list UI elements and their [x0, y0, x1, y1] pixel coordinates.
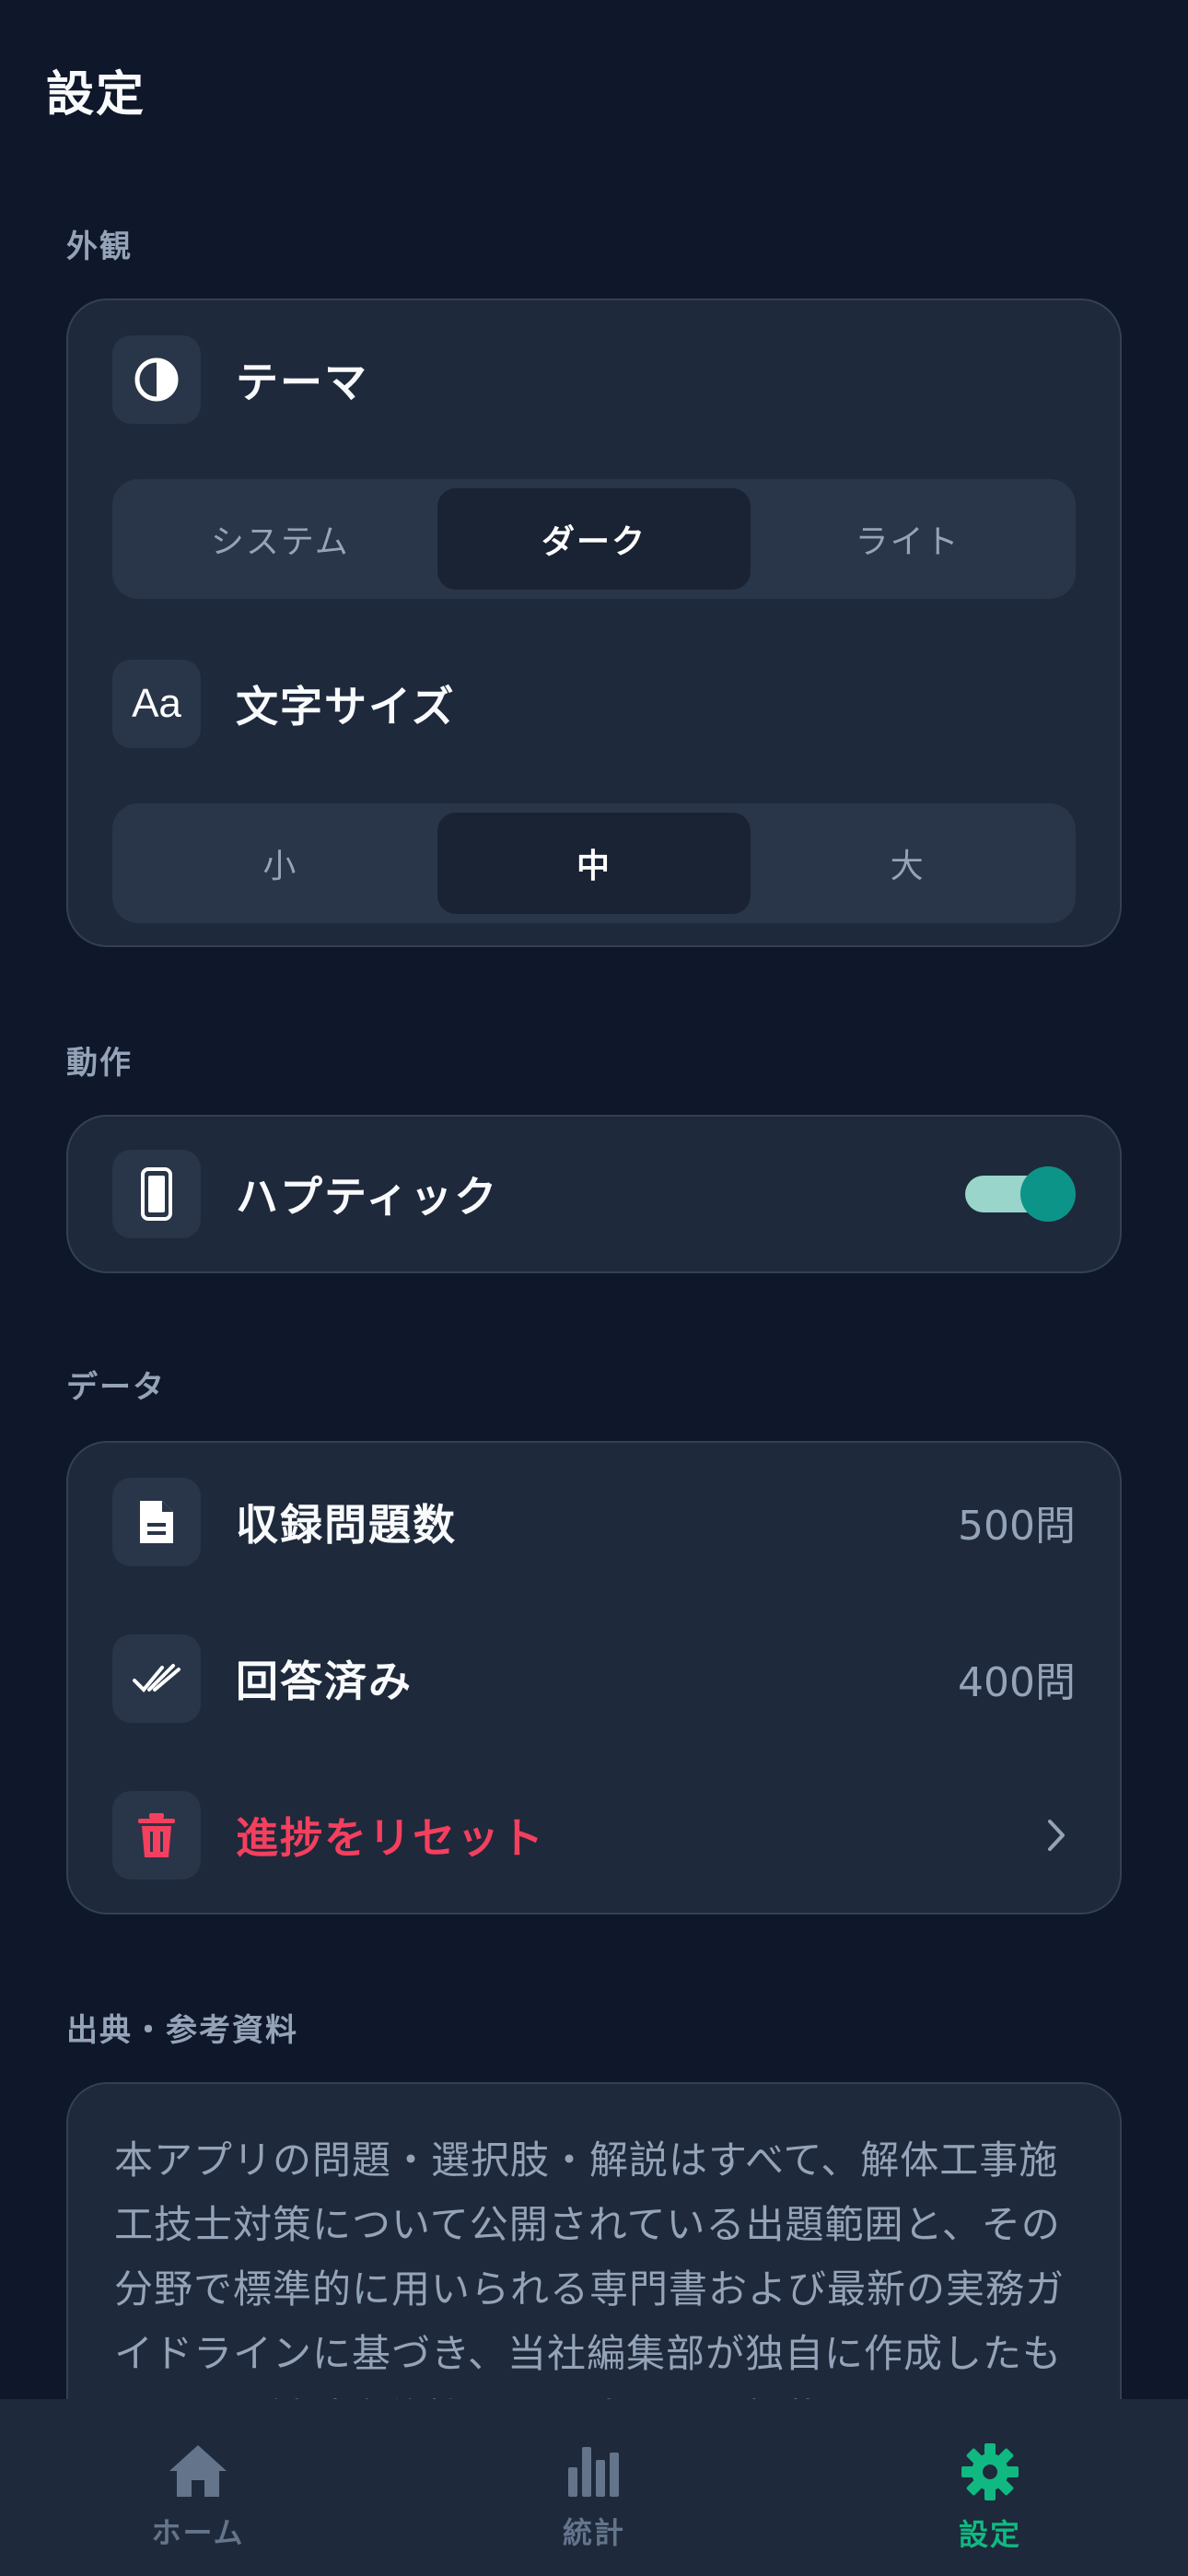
- answered-value: 400問: [958, 1659, 1076, 1706]
- answered-row: 回答済み 400問: [112, 1634, 1076, 1723]
- reset-progress-label: 進捗をリセット: [236, 1813, 545, 1863]
- tab-home-label: ホーム: [151, 2515, 245, 2550]
- contrast-icon: [112, 335, 201, 424]
- font-size-option-large[interactable]: 大: [751, 813, 1065, 914]
- font-size-option-small[interactable]: 小: [123, 813, 437, 914]
- theme-label: テーマ: [236, 357, 368, 407]
- double-check-icon: [112, 1634, 201, 1723]
- text-size-icon: Aa: [112, 660, 201, 748]
- behavior-card: ハプティック: [66, 1115, 1122, 1273]
- home-icon: [169, 2445, 227, 2497]
- appearance-card: テーマ システム ダーク ライト Aa 文字サイズ 小 中 大: [66, 299, 1122, 947]
- haptic-label: ハプティック: [236, 1172, 499, 1222]
- page-title: 設定: [46, 67, 146, 123]
- section-label-appearance: 外観: [66, 228, 133, 265]
- section-label-data: データ: [66, 1369, 166, 1406]
- question-count-label: 収録問題数: [236, 1500, 457, 1550]
- tab-stats[interactable]: 統計: [396, 2399, 792, 2576]
- font-size-row: Aa 文字サイズ: [112, 660, 1076, 748]
- theme-option-dark[interactable]: ダーク: [437, 488, 751, 590]
- tab-home[interactable]: ホーム: [0, 2399, 396, 2576]
- font-size-option-medium[interactable]: 中: [437, 813, 751, 914]
- tab-stats-label: 統計: [562, 2515, 625, 2550]
- tab-settings-label: 設定: [958, 2517, 1021, 2552]
- trash-icon: [112, 1791, 201, 1879]
- haptic-row: ハプティック: [112, 1150, 1076, 1238]
- document-icon: [112, 1478, 201, 1566]
- theme-segmented-control: システム ダーク ライト: [112, 479, 1076, 599]
- section-label-sources: 出典・参考資料: [66, 2012, 298, 2049]
- theme-option-light[interactable]: ライト: [751, 488, 1065, 590]
- chevron-right-icon: [1039, 1817, 1076, 1854]
- reset-progress-row[interactable]: 進捗をリセット: [112, 1791, 1076, 1879]
- section-label-behavior: 動作: [66, 1045, 133, 1082]
- tab-settings[interactable]: 設定: [792, 2399, 1188, 2576]
- font-size-label: 文字サイズ: [236, 682, 456, 732]
- theme-option-system[interactable]: システム: [123, 488, 437, 590]
- data-card: 収録問題数 500問 回答済み 400問 進捗をリセット: [66, 1441, 1122, 1914]
- tab-bar: ホーム 統計 設定: [0, 2399, 1188, 2576]
- settings-screen: 設定 外観 テーマ システム ダーク ライト Aa 文字サイズ 小 中 大 動作…: [0, 0, 1188, 2576]
- toggle-knob: [1020, 1166, 1076, 1222]
- haptic-toggle[interactable]: [965, 1166, 1076, 1222]
- phone-icon: [112, 1150, 201, 1238]
- bar-chart-icon: [568, 2447, 619, 2497]
- question-count-value: 500問: [958, 1503, 1076, 1550]
- question-count-row: 収録問題数 500問: [112, 1478, 1076, 1566]
- answered-label: 回答済み: [236, 1657, 413, 1706]
- font-size-segmented-control: 小 中 大: [112, 803, 1076, 923]
- theme-row: テーマ: [112, 335, 1076, 424]
- gear-icon: [961, 2443, 1019, 2500]
